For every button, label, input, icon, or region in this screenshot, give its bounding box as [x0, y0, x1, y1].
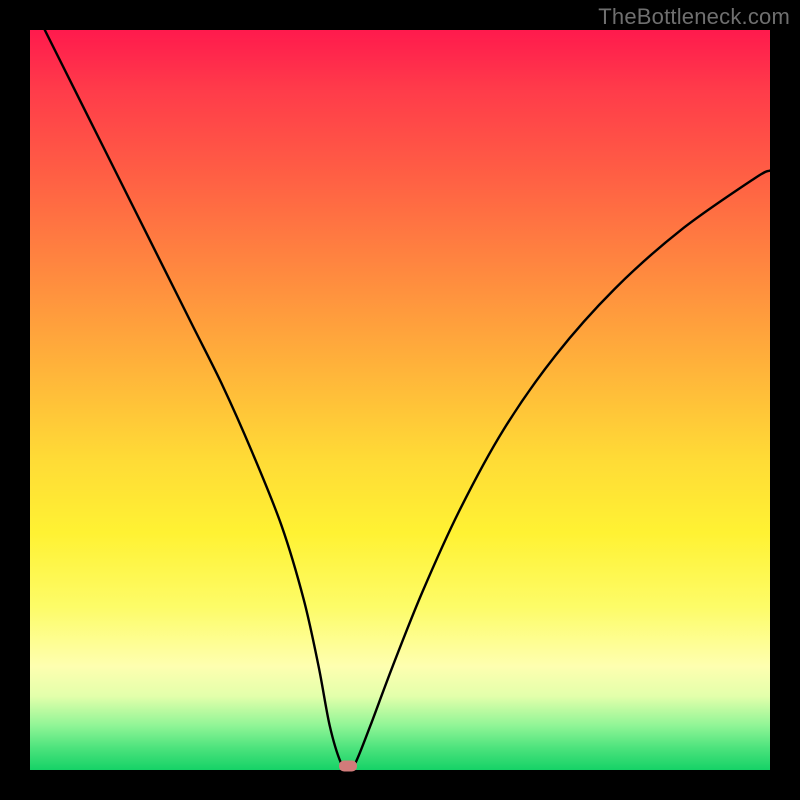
plot-area	[30, 30, 770, 770]
current-position-marker	[339, 761, 357, 772]
chart-frame: TheBottleneck.com	[0, 0, 800, 800]
watermark-text: TheBottleneck.com	[598, 4, 790, 30]
bottleneck-curve	[45, 30, 770, 770]
curve-svg	[30, 30, 770, 770]
